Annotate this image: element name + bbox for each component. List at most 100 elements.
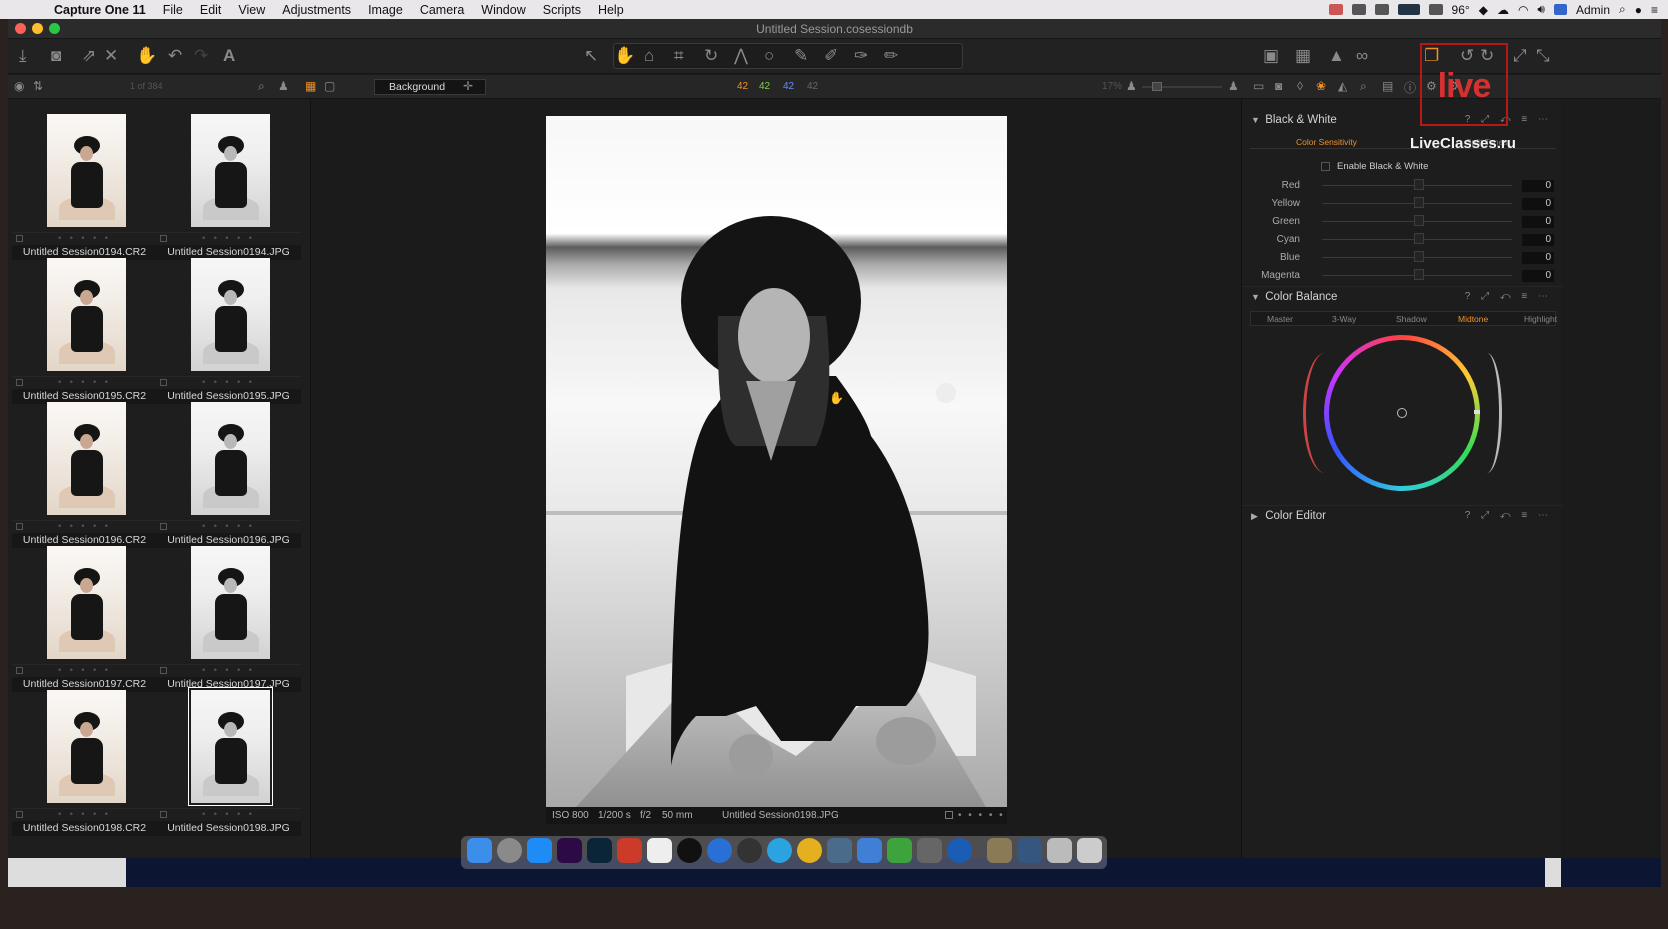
rotate-tool-icon[interactable]: ↻ <box>704 46 718 66</box>
grid-view-icon[interactable]: ▦ <box>305 79 316 93</box>
dock-1password-icon[interactable] <box>707 838 732 863</box>
star-rating[interactable]: • • • • • <box>12 232 157 244</box>
star-rating[interactable]: • • • • • <box>12 664 157 676</box>
star-rating[interactable]: • • • • • <box>156 376 301 388</box>
tab-color-sensitivity[interactable]: Color Sensitivity <box>1296 137 1357 147</box>
select-checkbox[interactable] <box>160 379 167 386</box>
thumbnail-cell[interactable]: • • • • • Untitled Session0197.JPG <box>156 544 301 696</box>
thumbnail-cell[interactable]: • • • • • Untitled Session0195.CR2 <box>12 256 157 408</box>
tab-3-way[interactable]: 3-Way <box>1332 314 1356 324</box>
dock-numbers-icon[interactable] <box>887 838 912 863</box>
star-dots[interactable]: • • • • • <box>202 233 255 243</box>
color-wheel[interactable] <box>1324 335 1480 491</box>
dock-telegram-icon[interactable] <box>767 838 792 863</box>
dock-folder-icon[interactable] <box>1017 838 1042 863</box>
dock-app-icon-2[interactable] <box>827 838 852 863</box>
dock-app-store-icon[interactable] <box>527 838 552 863</box>
thumbnail-cell[interactable]: • • • • • Untitled Session0196.JPG <box>156 400 301 552</box>
tool-tab-metadata-icon[interactable]: ⓘ <box>1404 79 1416 96</box>
star-rating[interactable]: • • • • • <box>12 520 157 532</box>
bw-slider-knob[interactable] <box>1414 269 1424 280</box>
menu-camera[interactable]: Camera <box>420 3 464 17</box>
tool-tab-library-icon[interactable]: ▭ <box>1253 79 1264 93</box>
thumbnail-cell[interactable]: • • • • • Untitled Session0198.CR2 <box>12 688 157 840</box>
dock-app-icon-3[interactable] <box>917 838 942 863</box>
pan-tool-icon[interactable]: ✋ <box>614 46 635 66</box>
star-dots[interactable]: • • • • • <box>202 809 255 819</box>
add-layer-icon[interactable]: ✛ <box>463 79 473 93</box>
cloud-icon[interactable]: ☁ <box>1497 3 1509 17</box>
star-dots[interactable]: • • • • • <box>58 233 111 243</box>
user-name[interactable]: Admin <box>1576 3 1610 17</box>
annotate-tool-icon[interactable]: ✏ <box>884 46 898 66</box>
lightness-arc[interactable] <box>1472 353 1502 473</box>
temperature-readout[interactable]: 96° <box>1452 3 1470 17</box>
tool-tab-details-icon[interactable]: ⌕ <box>1360 79 1367 94</box>
grid-overlay-icon[interactable]: ▦ <box>1295 46 1311 66</box>
select-tool-icon[interactable]: ↖ <box>584 46 598 66</box>
bw-slider-value[interactable]: 0 <box>1522 216 1554 228</box>
bw-slider-knob[interactable] <box>1414 197 1424 208</box>
menu-scripts[interactable]: Scripts <box>543 3 581 17</box>
thumbnail-cell[interactable]: • • • • • Untitled Session0197.CR2 <box>12 544 157 696</box>
dock-trash-icon[interactable] <box>1077 838 1102 863</box>
search-icon[interactable]: ⌕ <box>258 79 265 94</box>
bw-slider-knob[interactable] <box>1414 179 1424 190</box>
spotlight-search-icon[interactable]: ⌕ <box>1619 2 1626 17</box>
bw-slider-value[interactable]: 0 <box>1522 198 1554 210</box>
star-rating[interactable]: • • • • • <box>12 376 157 388</box>
star-rating[interactable]: • • • • • <box>156 664 301 676</box>
dock-finder-icon[interactable] <box>467 838 492 863</box>
thumbnail-image[interactable] <box>191 546 270 659</box>
star-dots[interactable]: • • • • • <box>58 521 111 531</box>
menu-adjustments[interactable]: Adjustments <box>282 3 351 17</box>
status-app-icon[interactable] <box>1328 4 1343 15</box>
dock-lightroom-icon[interactable] <box>587 838 612 863</box>
dock-chrome-icon[interactable] <box>797 838 822 863</box>
tool-tab-color-icon[interactable]: ❀ <box>1316 79 1326 93</box>
thumbnail-cell[interactable]: • • • • • Untitled Session0194.CR2 <box>12 112 157 264</box>
redo-icon[interactable]: ↷ <box>194 46 208 66</box>
sort-icon[interactable]: ⇅ <box>33 79 43 93</box>
text-annotation-icon[interactable]: A <box>223 46 235 66</box>
battery-stats-icon[interactable] <box>1428 4 1443 15</box>
select-checkbox[interactable] <box>16 667 23 674</box>
menu-edit[interactable]: Edit <box>200 3 222 17</box>
chevron-down-icon[interactable]: ▼ <box>1251 110 1262 130</box>
color-wheel-center-handle[interactable] <box>1397 408 1407 418</box>
thumbnail-image[interactable] <box>188 687 273 806</box>
bw-slider-value[interactable]: 0 <box>1522 180 1554 192</box>
menu-file[interactable]: File <box>163 3 183 17</box>
tool-tab-capture-icon[interactable]: ◙ <box>1275 79 1282 93</box>
tab-shadow[interactable]: Shadow <box>1396 314 1427 324</box>
undo-icon[interactable]: ↶ <box>168 46 182 66</box>
select-checkbox[interactable] <box>160 523 167 530</box>
tool-tab-adjustments-icon[interactable]: ▤ <box>1382 79 1393 93</box>
erase-mask-tool-icon[interactable]: ✑ <box>854 46 868 66</box>
star-dots[interactable]: • • • • • <box>58 809 111 819</box>
thumbnail-image[interactable] <box>47 690 126 803</box>
thumbnail-cell[interactable]: • • • • • Untitled Session0196.CR2 <box>12 400 157 552</box>
star-dots[interactable]: • • • • • <box>202 377 255 387</box>
thumbnail-cell[interactable]: • • • • • Untitled Session0194.JPG <box>156 112 301 264</box>
tool-tab-exposure-icon[interactable]: ◭ <box>1338 79 1347 93</box>
dock-camera-icon[interactable] <box>737 838 762 863</box>
wifi-icon[interactable]: ◠ <box>1518 3 1528 17</box>
select-checkbox[interactable] <box>160 667 167 674</box>
color-balance-controls[interactable]: ? ⤢ ↶ ≡ ⋯ <box>1465 287 1552 307</box>
spot-removal-tool-icon[interactable]: ○ <box>764 46 774 66</box>
viewer-mode-icon[interactable]: ▣ <box>1263 46 1279 66</box>
zoom-slider-knob[interactable] <box>1152 82 1162 91</box>
keystone-tool-icon[interactable]: ⋀ <box>734 46 748 66</box>
main-photo[interactable]: ✋ <box>546 116 1007 807</box>
zoom-slider[interactable] <box>1142 82 1222 91</box>
thumbnail-image[interactable] <box>47 546 126 659</box>
flag-icon[interactable] <box>1553 4 1567 15</box>
star-rating[interactable]: • • • • • <box>156 232 301 244</box>
process-icon[interactable]: ⇗ <box>82 46 96 66</box>
thumbnail-image[interactable] <box>47 402 126 515</box>
camera-capture-icon[interactable]: ◙ <box>51 46 61 66</box>
saturation-arc[interactable] <box>1303 353 1347 473</box>
menu-image[interactable]: Image <box>368 3 403 17</box>
dock-app-icon-4[interactable] <box>947 838 972 863</box>
